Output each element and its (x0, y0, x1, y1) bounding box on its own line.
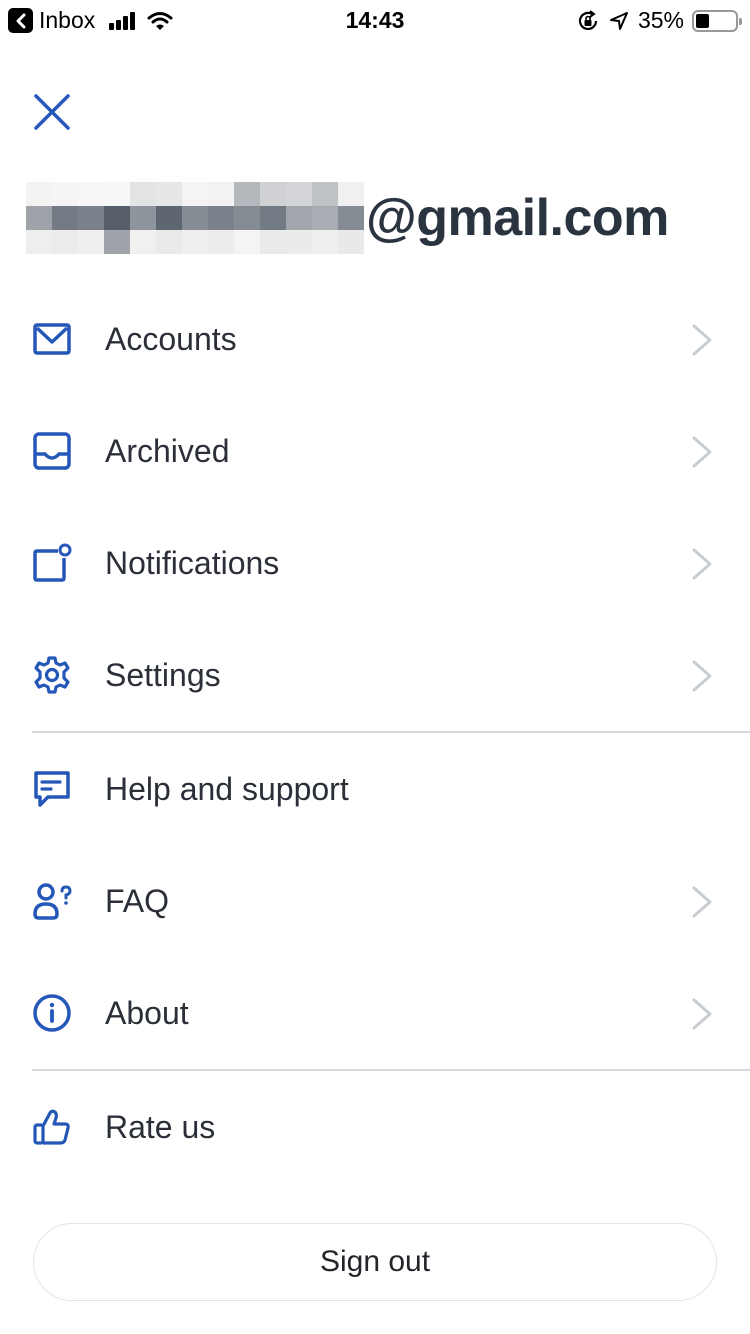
redaction-pixel (312, 230, 338, 254)
redaction-pixel (52, 230, 78, 254)
redaction-pixel (208, 230, 234, 254)
redaction-pixel (338, 230, 364, 254)
redaction-pixel (52, 182, 78, 206)
notification-badge-icon (33, 543, 72, 582)
redaction-pixel (26, 206, 52, 230)
chevron-right-icon (692, 548, 712, 580)
redaction-pixel (130, 182, 156, 206)
redaction-pixel (208, 182, 234, 206)
redaction-pixel (234, 230, 260, 254)
menu-item-label: Rate us (105, 1108, 216, 1145)
menu-item-settings[interactable]: Settings (0, 619, 750, 731)
settings-menu: Accounts Archived Notifications Settings Hel… (0, 283, 750, 1183)
close-button[interactable] (30, 90, 74, 134)
chevron-right-icon (692, 436, 712, 468)
thumbs-up-icon (33, 1109, 70, 1145)
redaction-pixel (338, 206, 364, 230)
redaction-pixel (260, 230, 286, 254)
chevron-right-icon (692, 324, 712, 356)
redaction-pixel (182, 206, 208, 230)
redaction-pixel (182, 230, 208, 254)
menu-item-help-and-support[interactable]: Help and support (0, 733, 750, 845)
location-arrow-icon (609, 11, 628, 30)
redaction-pixel (208, 206, 234, 230)
chevron-right-icon (692, 886, 712, 918)
sign-out-label: Sign out (319, 1245, 431, 1278)
redaction-pixel (182, 182, 208, 206)
redaction-pixel (156, 230, 182, 254)
redaction-pixel (26, 230, 52, 254)
redaction-pixel (286, 230, 312, 254)
battery-percent: 35% (637, 7, 684, 33)
redaction-pixel (260, 182, 286, 206)
email-domain: @gmail.com (366, 189, 669, 247)
redaction-pixel (234, 182, 260, 206)
redaction-pixel (104, 230, 130, 254)
battery-level-fill (696, 13, 710, 28)
redaction-pixel (260, 206, 286, 230)
inbox-tray-icon (33, 432, 71, 470)
redaction-pixel (78, 206, 104, 230)
menu-item-faq[interactable]: FAQ (0, 845, 750, 957)
menu-item-label: Help and support (105, 770, 349, 807)
menu-item-notifications[interactable]: Notifications (0, 507, 750, 619)
mail-icon (33, 323, 71, 355)
redaction-pixel (338, 182, 364, 206)
redacted-email-local-part (26, 182, 364, 254)
user-question-icon (33, 883, 72, 920)
info-circle-icon (33, 994, 71, 1032)
menu-item-label: Archived (105, 432, 230, 469)
redaction-pixel (130, 230, 156, 254)
menu-item-label: Settings (105, 656, 221, 693)
menu-item-accounts[interactable]: Accounts (0, 283, 750, 395)
redaction-pixel (130, 206, 156, 230)
redaction-pixel (312, 206, 338, 230)
status-bar: Inbox 14:43 35% (0, 0, 750, 42)
chat-bubble-icon (34, 771, 70, 807)
close-icon (34, 94, 70, 130)
menu-item-archived[interactable]: Archived (0, 395, 750, 507)
account-email: @gmail.com (26, 182, 669, 254)
redaction-pixel (156, 206, 182, 230)
redaction-pixel (286, 182, 312, 206)
redaction-pixel (78, 230, 104, 254)
menu-item-label: FAQ (105, 882, 170, 919)
status-right: 35% (576, 7, 742, 34)
redaction-pixel (312, 182, 338, 206)
redaction-pixel (104, 182, 130, 206)
menu-item-label: About (105, 994, 189, 1031)
redaction-pixel (156, 182, 182, 206)
battery-icon (692, 9, 742, 32)
orientation-lock-icon (578, 9, 598, 30)
redaction-pixel (104, 206, 130, 230)
menu-item-rate-us[interactable]: Rate us (0, 1071, 750, 1183)
chevron-right-icon (692, 660, 712, 692)
sign-out-button[interactable]: Sign out (33, 1223, 717, 1301)
menu-item-label: Accounts (105, 320, 237, 357)
redaction-pixel (52, 206, 78, 230)
redaction-pixel (78, 182, 104, 206)
menu-item-about[interactable]: About (0, 957, 750, 1069)
redaction-pixel (286, 206, 312, 230)
menu-item-label: Notifications (105, 544, 280, 581)
redaction-pixel (234, 206, 260, 230)
chevron-right-icon (692, 998, 712, 1030)
gear-icon (34, 656, 70, 694)
redaction-pixel (26, 182, 52, 206)
